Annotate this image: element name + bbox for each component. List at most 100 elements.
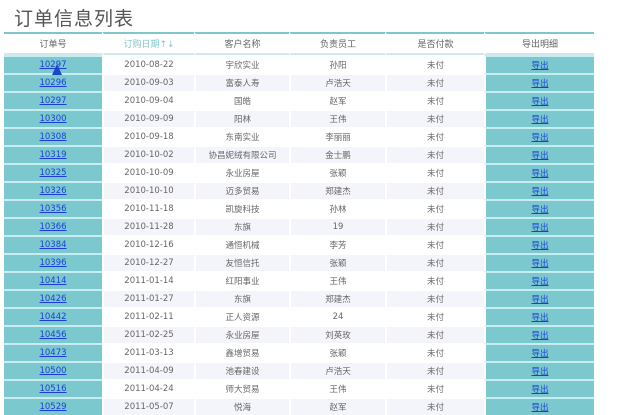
order-id-cell: 10384 — [4, 235, 102, 253]
order-id-link[interactable]: 10300 — [39, 114, 66, 124]
employee-cell: 赵军 — [289, 91, 385, 109]
order-id-cell: 10414 — [4, 271, 102, 289]
header-employee[interactable]: 负责员工 — [289, 32, 385, 55]
paid-status-cell: 未付 — [385, 73, 484, 91]
header-order-id[interactable]: 订单号 — [4, 32, 102, 55]
order-id-cell: 10396 — [4, 253, 102, 271]
paid-status-cell: 未付 — [385, 91, 484, 109]
order-id-cell: 10473 — [4, 343, 102, 361]
employee-cell: 李芳 — [289, 235, 385, 253]
order-id-link[interactable]: 10516 — [39, 384, 66, 394]
export-link[interactable]: 导出 — [531, 61, 548, 71]
table-row: 10396 2010-12-27 友恒信托 张颖 未付 导出 — [4, 253, 594, 271]
paid-status-cell: 未付 — [385, 397, 484, 415]
order-date-cell: 2011-04-09 — [102, 361, 194, 379]
employee-cell: 孙林 — [289, 199, 385, 217]
export-link[interactable]: 导出 — [531, 259, 548, 269]
export-cell: 导出 — [484, 199, 594, 217]
order-id-cell: 10325 — [4, 163, 102, 181]
order-id-link[interactable]: 10500 — [39, 366, 66, 376]
export-cell: 导出 — [484, 181, 594, 199]
order-id-link[interactable]: 10297 — [39, 96, 66, 106]
customer-cell: 池春建设 — [194, 361, 289, 379]
export-link[interactable]: 导出 — [531, 187, 548, 197]
order-id-cell: 10516 — [4, 379, 102, 397]
order-id-link[interactable]: 10384 — [39, 240, 66, 250]
table-row: 10500 2011-04-09 池春建设 卢浩天 未付 导出 — [4, 361, 594, 379]
export-link[interactable]: 导出 — [531, 403, 548, 413]
header-customer[interactable]: 客户名称 — [194, 32, 289, 55]
export-link[interactable]: 导出 — [531, 169, 548, 179]
order-id-cell: 10319 — [4, 145, 102, 163]
table-row: 10319 2010-10-02 协昌妮绒有限公司 金士鹏 未付 导出 — [4, 145, 594, 163]
table-header: 订单号 订购日期↑↓ 客户名称 负责员工 是否付款 导出明细 — [4, 32, 594, 55]
export-link[interactable]: 导出 — [531, 205, 548, 215]
employee-cell: 卢浩天 — [289, 73, 385, 91]
table-row: 10308 2010-09-18 东南实业 李丽丽 未付 导出 — [4, 127, 594, 145]
order-id-link[interactable]: 10325 — [39, 168, 66, 178]
order-id-link[interactable]: 10308 — [39, 132, 66, 142]
customer-cell: 阳林 — [194, 109, 289, 127]
paid-status-cell: 未付 — [385, 181, 484, 199]
customer-cell: 国皓 — [194, 91, 289, 109]
export-link[interactable]: 导出 — [531, 241, 548, 251]
table-row: 10297 2010-09-04 国皓 赵军 未付 导出 — [4, 91, 594, 109]
order-id-link[interactable]: 10473 — [39, 348, 66, 358]
order-id-link[interactable]: 10426 — [39, 294, 66, 304]
export-link[interactable]: 导出 — [531, 97, 548, 107]
export-link[interactable]: 导出 — [531, 349, 548, 359]
paid-status-cell: 未付 — [385, 289, 484, 307]
table-row: 10414 2011-01-14 红阳事业 王伟 未付 导出 — [4, 271, 594, 289]
export-cell: 导出 — [484, 379, 594, 397]
order-id-cell: 10426 — [4, 289, 102, 307]
export-link[interactable]: 导出 — [531, 223, 548, 233]
paid-status-cell: 未付 — [385, 217, 484, 235]
order-id-link[interactable]: 10296 — [39, 78, 66, 88]
export-link[interactable]: 导出 — [531, 277, 548, 287]
order-date-cell: 2010-12-16 — [102, 235, 194, 253]
export-link[interactable]: 导出 — [531, 79, 548, 89]
export-cell: 导出 — [484, 271, 594, 289]
paid-status-cell: 未付 — [385, 127, 484, 145]
paid-status-cell: 未付 — [385, 55, 484, 73]
header-export[interactable]: 导出明细 — [484, 32, 594, 55]
export-link[interactable]: 导出 — [531, 331, 548, 341]
order-id-link[interactable]: 10366 — [39, 222, 66, 232]
export-cell: 导出 — [484, 109, 594, 127]
order-id-link[interactable]: 10442 — [39, 312, 66, 322]
customer-cell: 凯旋科技 — [194, 199, 289, 217]
header-paid[interactable]: 是否付款 — [385, 32, 484, 55]
table-row: 10325 2010-10-09 永业房屋 张颖 未付 导出 — [4, 163, 594, 181]
export-link[interactable]: 导出 — [531, 295, 548, 305]
order-id-cell: 10308 — [4, 127, 102, 145]
paid-status-cell: 未付 — [385, 361, 484, 379]
export-link[interactable]: 导出 — [531, 367, 548, 377]
table-row: 10297 2010-08-22 宇欣实业 孙阳 未付 导出 — [4, 55, 594, 73]
export-link[interactable]: 导出 — [531, 133, 548, 143]
table-row: 10356 2010-11-18 凯旋科技 孙林 未付 导出 — [4, 199, 594, 217]
export-link[interactable]: 导出 — [531, 115, 548, 125]
order-id-link[interactable]: 10396 — [39, 258, 66, 268]
order-id-link[interactable]: 10326 — [39, 186, 66, 196]
order-id-link[interactable]: 10456 — [39, 330, 66, 340]
paid-status-cell: 未付 — [385, 145, 484, 163]
table-row: 10456 2011-02-25 永业房屋 刘英玫 未付 导出 — [4, 325, 594, 343]
employee-cell: 王伟 — [289, 109, 385, 127]
order-id-link[interactable]: 10414 — [39, 276, 66, 286]
customer-cell: 永业房屋 — [194, 325, 289, 343]
employee-cell: 19 — [289, 217, 385, 235]
order-date-cell: 2011-02-11 — [102, 307, 194, 325]
order-id-link[interactable]: 10356 — [39, 204, 66, 214]
order-id-cell: 10296 — [4, 73, 102, 91]
order-id-cell: 10366 — [4, 217, 102, 235]
customer-cell: 宇欣实业 — [194, 55, 289, 73]
table-row: 10426 2011-01-27 东旗 郑建杰 未付 导出 — [4, 289, 594, 307]
customer-cell: 富泰人寿 — [194, 73, 289, 91]
export-link[interactable]: 导出 — [531, 385, 548, 395]
order-date-cell: 2010-10-10 — [102, 181, 194, 199]
order-id-link[interactable]: 10319 — [39, 150, 66, 160]
export-link[interactable]: 导出 — [531, 313, 548, 323]
export-link[interactable]: 导出 — [531, 151, 548, 161]
header-order-date-sort[interactable]: 订购日期↑↓ — [102, 32, 194, 55]
order-date-cell: 2010-09-04 — [102, 91, 194, 109]
